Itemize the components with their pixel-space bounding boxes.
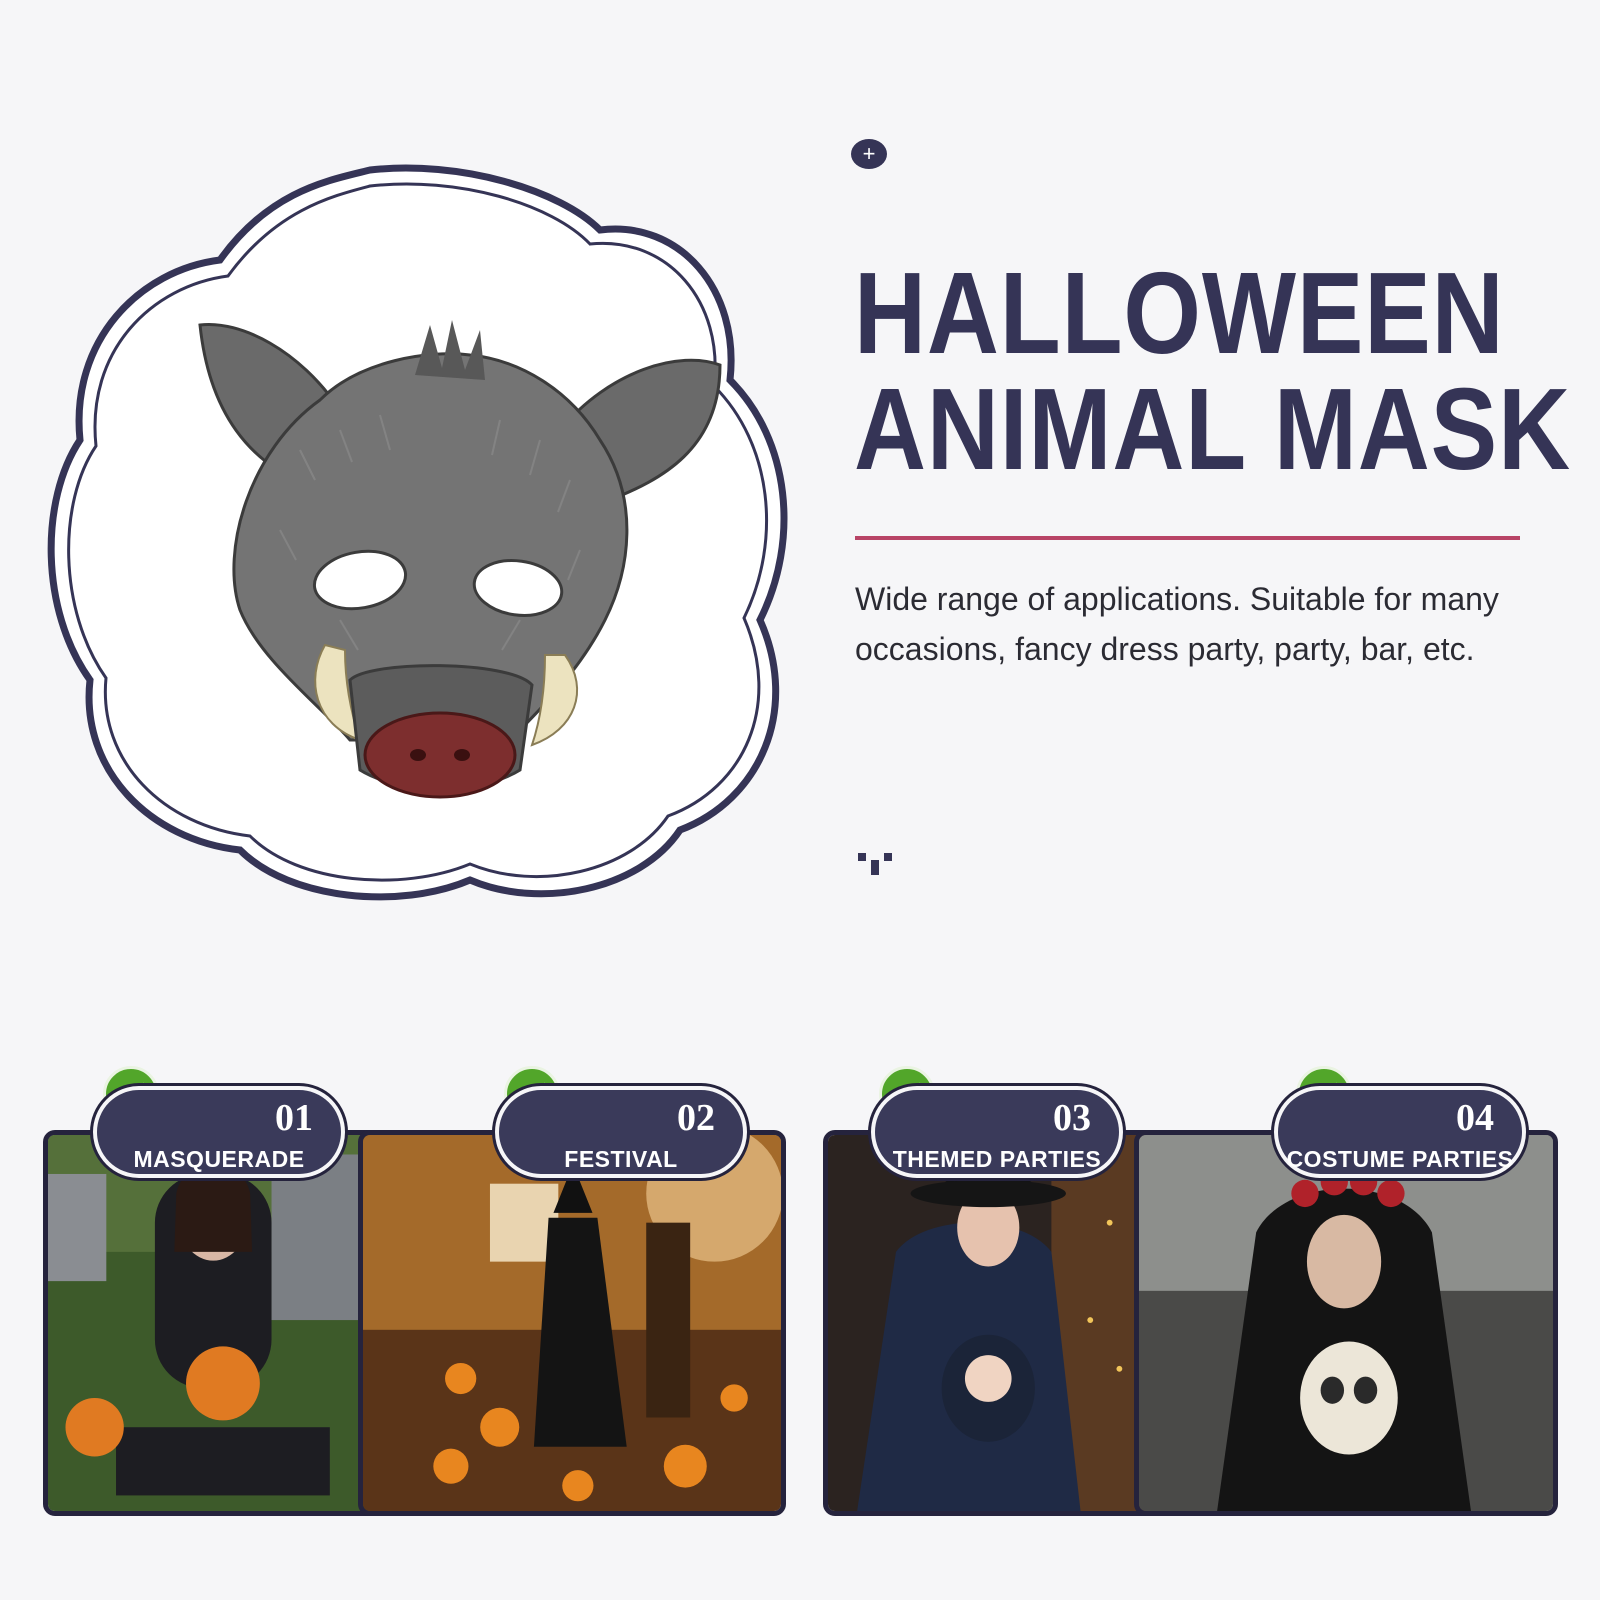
card-label-badge: 02 FESTIVAL	[495, 1086, 747, 1178]
product-description: Wide range of applications. Suitable for…	[855, 581, 1499, 667]
card-number: 03	[1053, 1097, 1091, 1139]
card-title: THEMED PARTIES	[892, 1146, 1102, 1172]
card-label-badge: 01 MASQUERADE	[93, 1086, 345, 1178]
plus-icon: +	[851, 139, 887, 169]
woman-with-pumpkin-photo	[43, 1130, 398, 1516]
page-title: HALLOWEEN ANIMAL MASK	[854, 255, 1571, 487]
card-label-badge: 04 COSTUME PARTIES	[1274, 1086, 1526, 1178]
witch-mother-with-baby-photo	[823, 1130, 1171, 1516]
pixel-decoration-icon	[858, 853, 892, 875]
card-label-badge: 03 THEMED PARTIES	[871, 1086, 1123, 1178]
title-divider	[855, 536, 1520, 540]
card-title: FESTIVAL	[564, 1146, 678, 1172]
title-line-2: ANIMAL MASK	[854, 364, 1571, 494]
usage-card-festival: 02 FESTIVAL	[358, 1066, 786, 1516]
usage-card-themed-parties: 03 THEMED PARTIES	[823, 1066, 1171, 1516]
card-number: 02	[677, 1097, 715, 1139]
card-title: MASQUERADE	[133, 1146, 305, 1172]
card-number: 01	[275, 1097, 313, 1139]
usage-card-masquerade: 01 MASQUERADE	[43, 1066, 398, 1516]
woman-with-skull-photo	[1134, 1130, 1558, 1516]
usage-card-costume-parties: 04 COSTUME PARTIES	[1134, 1066, 1558, 1516]
card-title: COSTUME PARTIES	[1286, 1146, 1514, 1172]
boar-mask-image	[47, 164, 788, 901]
title-line-1: HALLOWEEN	[854, 248, 1505, 378]
witch-in-pumpkin-forest-photo	[358, 1130, 786, 1516]
card-number: 04	[1456, 1097, 1494, 1139]
